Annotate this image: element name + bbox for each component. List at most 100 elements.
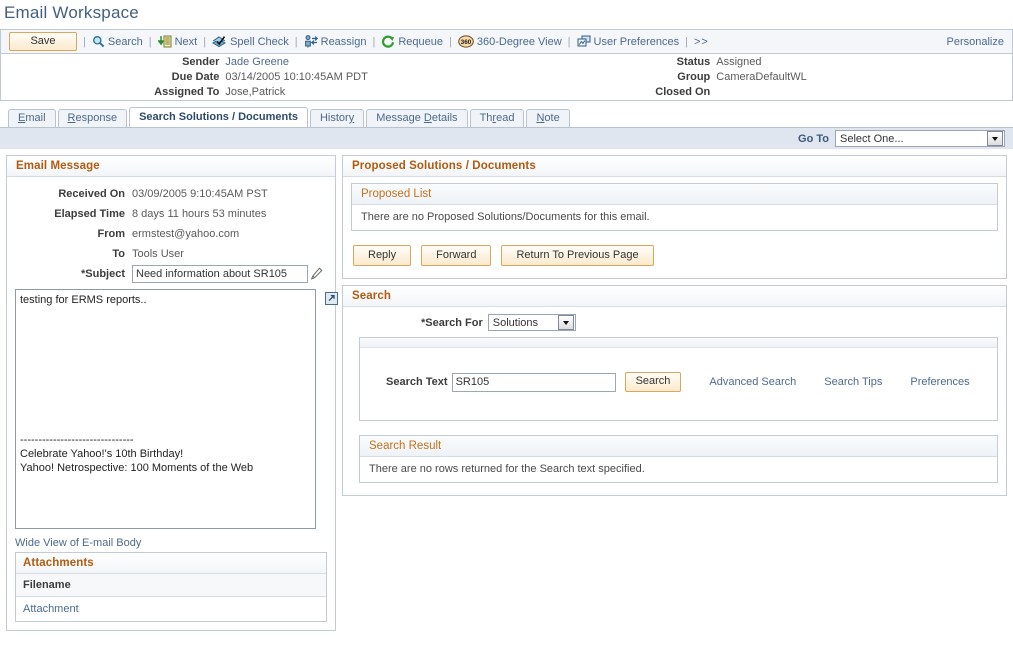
attachments-header-row: Filename: [16, 574, 326, 597]
requeue-refresh-icon: [381, 35, 395, 48]
search-result-header: Search Result: [360, 436, 997, 457]
tab-thread-pre: Th: [480, 112, 493, 124]
attachments-panel: Attachments Filename Attachment: [15, 552, 327, 622]
toolbar-separator: |: [568, 36, 571, 48]
search-text-label: Search Text: [386, 376, 448, 388]
toolbar-separator: |: [203, 36, 206, 48]
search-result-message: There are no rows returned for the Searc…: [360, 457, 997, 482]
proposed-list-header: Proposed List: [352, 184, 997, 205]
svg-text:360: 360: [461, 39, 472, 46]
tab-history[interactable]: History: [310, 109, 364, 127]
tab-bar: Email Response Search Solutions / Docume…: [0, 108, 1013, 127]
personalize-link[interactable]: Personalize: [947, 36, 1006, 48]
expand-body-icon[interactable]: [324, 291, 339, 306]
toolbar-reassign-label: Reassign: [321, 36, 367, 48]
search-for-select[interactable]: Solutions: [488, 314, 576, 331]
search-tips-link[interactable]: Search Tips: [824, 376, 882, 388]
search-inner-titlebar: [360, 338, 997, 348]
reassign-person-icon: [304, 35, 318, 48]
toolbar-separator: |: [372, 36, 375, 48]
toolbar-requeue-label: Requeue: [398, 36, 443, 48]
tab-response[interactable]: Response: [58, 109, 128, 127]
search-for-select-value: Solutions: [489, 317, 558, 329]
proposed-button-row: Reply Forward Return To Previous Page: [351, 231, 998, 270]
attachment-link[interactable]: Attachment: [23, 603, 79, 615]
go-to-select-value: Select One...: [836, 133, 987, 145]
toolbar-search-label: Search: [108, 36, 143, 48]
toolbar-user-preferences-label: User Preferences: [594, 36, 680, 48]
label-received-on: Received On: [7, 184, 125, 204]
tab-search-solutions-documents[interactable]: Search Solutions / Documents: [129, 107, 308, 127]
summary-value-closed-on: [716, 85, 941, 100]
search-result-wrapper: Search Result There are no rows returned…: [343, 421, 1006, 495]
toolbar-requeue[interactable]: Requeue: [381, 35, 443, 48]
tab-message-details[interactable]: Message Details: [366, 109, 467, 127]
toolbar-separator: |: [149, 36, 152, 48]
go-to-bar: Go To Select One...: [0, 127, 1013, 149]
user-preferences-icon: [577, 35, 591, 48]
summary-label-status: Status: [521, 55, 710, 70]
value-elapsed-time: 8 days 11 hours 53 minutes: [132, 204, 335, 224]
360-degree-view-icon: 360: [458, 35, 474, 48]
proposed-solutions-body: Proposed List There are no Proposed Solu…: [343, 177, 1006, 278]
proposed-list-box: Proposed List There are no Proposed Solu…: [351, 183, 998, 231]
search-text-input[interactable]: [452, 373, 616, 392]
summary-value-status: Assigned: [716, 55, 941, 70]
edit-pencil-icon[interactable]: [310, 267, 323, 281]
toolbar-reassign[interactable]: Reassign: [304, 35, 367, 48]
search-for-label: *Search For: [421, 317, 483, 329]
label-to: To: [7, 244, 125, 264]
toolbar-360-degree-view[interactable]: 360 360-Degree View: [458, 35, 562, 48]
tab-message-details-post: etails: [432, 112, 458, 124]
magnifier-icon: [92, 35, 105, 48]
wide-view-link[interactable]: Wide View of E-mail Body: [15, 537, 141, 549]
forward-button[interactable]: Forward: [421, 245, 491, 266]
summary-right-column: Status Assigned Group CameraDefaultWL Cl…: [521, 54, 941, 100]
go-to-select[interactable]: Select One...: [835, 130, 1005, 147]
search-preferences-link[interactable]: Preferences: [910, 376, 969, 388]
tab-thread[interactable]: Thread: [470, 109, 525, 127]
advanced-search-link[interactable]: Advanced Search: [709, 376, 796, 388]
toolbar-next-label: Next: [175, 36, 198, 48]
proposed-list-empty-message: There are no Proposed Solutions/Document…: [352, 205, 997, 230]
toolbar-search[interactable]: Search: [92, 35, 143, 48]
attachments-wrapper: Attachments Filename Attachment: [7, 552, 335, 630]
search-button[interactable]: Search: [625, 372, 682, 392]
toolbar-more-button[interactable]: >>: [694, 36, 709, 48]
proposed-solutions-panel: Proposed Solutions / Documents Proposed …: [342, 155, 1007, 279]
summary-value-assigned-to: Jose,Patrick: [225, 85, 521, 100]
go-to-label: Go To: [798, 133, 829, 145]
toolbar-separator: |: [449, 36, 452, 48]
attachments-table: Filename Attachment: [16, 574, 326, 621]
toolbar-next[interactable]: Next: [158, 35, 198, 48]
value-received-on: 03/09/2005 9:10:45AM PST: [132, 184, 335, 204]
email-body-wrapper: testing for ERMS reports.. -------------…: [7, 289, 335, 532]
search-panel: Search *Search For Solutions Search Text…: [342, 285, 1007, 496]
chevron-down-icon: [987, 131, 1003, 146]
save-button[interactable]: Save: [9, 32, 77, 51]
page-title: Email Workspace: [0, 0, 1013, 29]
toolbar-separator: |: [685, 36, 688, 48]
return-to-previous-page-button[interactable]: Return To Previous Page: [501, 245, 653, 266]
tab-history-label-pre: Histor: [320, 112, 349, 124]
toolbar-separator: |: [295, 36, 298, 48]
summary-value-sender[interactable]: Jade Greene: [225, 55, 521, 70]
summary-label-due-date: Due Date: [1, 70, 219, 85]
value-to: Tools User: [132, 244, 335, 264]
summary-left-column: Sender Jade Greene Due Date 03/14/2005 1…: [1, 54, 521, 100]
summary-value-group: CameraDefaultWL: [716, 70, 941, 85]
subject-input[interactable]: [132, 265, 308, 283]
subject-row: [132, 264, 335, 284]
email-message-fields: Received On 03/09/2005 9:10:45AM PST Ela…: [7, 177, 335, 289]
search-input-box: Search Text Search Advanced Search Searc…: [359, 337, 998, 421]
toolbar-spell-check[interactable]: Spell Check: [212, 35, 289, 48]
value-from: ermstest@yahoo.com: [132, 224, 335, 244]
tab-email[interactable]: Email: [8, 109, 56, 127]
toolbar-user-preferences[interactable]: User Preferences: [577, 35, 680, 48]
tab-thread-post: ead: [496, 112, 514, 124]
label-subject: *Subject: [7, 264, 125, 284]
email-body-textarea[interactable]: testing for ERMS reports.. -------------…: [15, 289, 316, 529]
reply-button[interactable]: Reply: [353, 245, 411, 266]
tab-note[interactable]: Note: [526, 109, 569, 127]
summary-label-assigned-to: Assigned To: [1, 85, 219, 100]
